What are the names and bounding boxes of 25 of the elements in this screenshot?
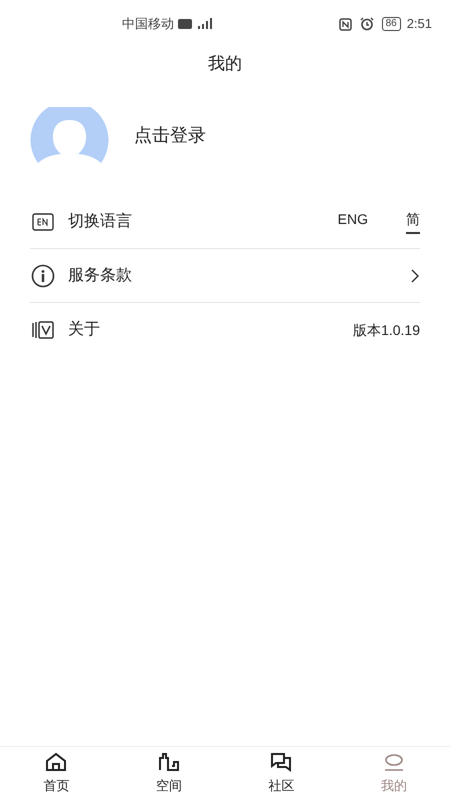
nav-tab[interactable]: 空间 bbox=[112, 747, 225, 800]
nav-tab[interactable]: 社区 bbox=[225, 747, 338, 800]
language-option[interactable]: 简 bbox=[406, 209, 420, 234]
version-text: 版本1.0.19 bbox=[353, 320, 420, 340]
clock-time: 2:51 bbox=[406, 15, 432, 34]
nav-tab[interactable]: 首页 bbox=[0, 747, 112, 800]
login-button[interactable]: 点击登录 bbox=[134, 122, 206, 148]
setting-label: 关于 bbox=[68, 320, 100, 340]
chevron-right-icon[interactable] bbox=[410, 268, 420, 284]
setting-label: 服务条款 bbox=[68, 266, 132, 286]
language-option[interactable]: ENG bbox=[338, 209, 368, 234]
chat-icon bbox=[270, 752, 292, 772]
info-icon bbox=[31, 264, 55, 288]
avatar-icon bbox=[30, 107, 109, 163]
building-icon bbox=[158, 752, 180, 772]
battery-icon: 86 bbox=[382, 17, 401, 31]
carrier-name: 中国移动 bbox=[122, 15, 174, 34]
setting-label: 切换语言 bbox=[68, 212, 132, 232]
profile-icon bbox=[382, 752, 405, 772]
page-title: 我的 bbox=[208, 53, 242, 76]
alarm-icon bbox=[360, 17, 374, 31]
version-icon bbox=[31, 320, 55, 340]
home-icon bbox=[45, 752, 68, 772]
nfc-icon bbox=[338, 18, 352, 30]
language-icon bbox=[32, 212, 54, 230]
